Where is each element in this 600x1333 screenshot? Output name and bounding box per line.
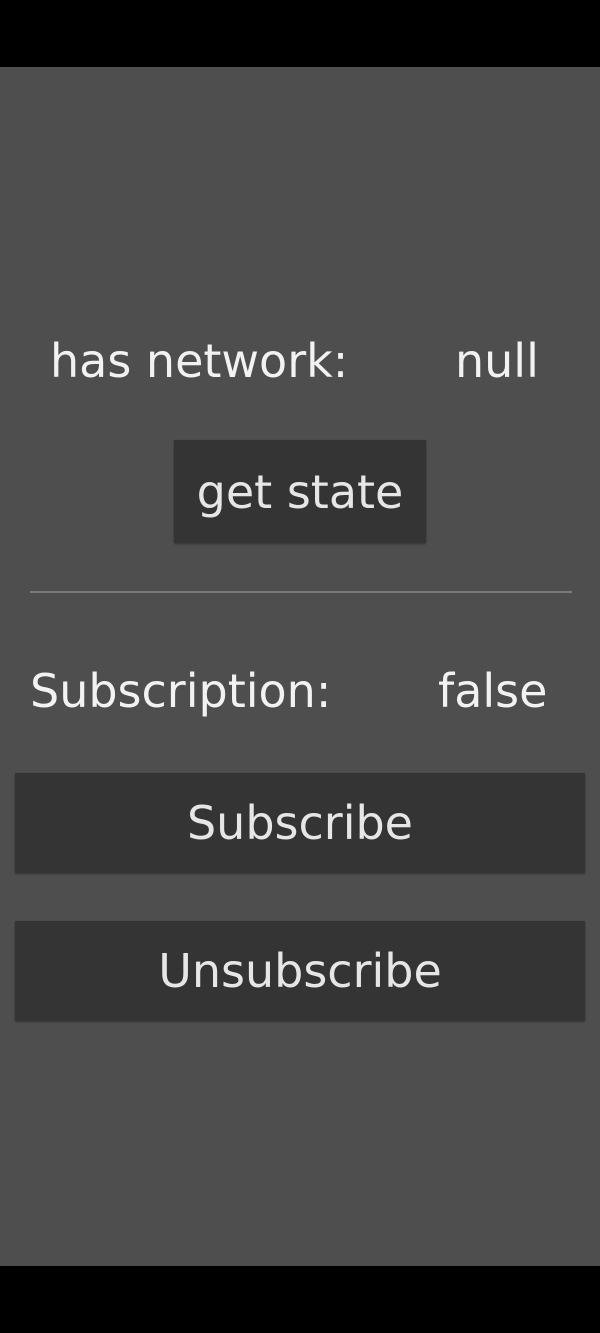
app-screen: has network: null get state Subscription… <box>0 67 600 1266</box>
get-state-button[interactable]: get state <box>174 440 426 543</box>
divider <box>30 591 572 593</box>
subscription-status-label: Subscription: <box>30 664 332 718</box>
status-bar <box>0 0 600 67</box>
subscribe-button[interactable]: Subscribe <box>15 773 585 873</box>
unsubscribe-button[interactable]: Unsubscribe <box>15 921 585 1021</box>
navigation-bar <box>0 1266 600 1333</box>
network-status-label: has network: <box>50 334 349 388</box>
network-status-value: null <box>455 334 539 388</box>
subscription-status-value: false <box>438 664 548 718</box>
